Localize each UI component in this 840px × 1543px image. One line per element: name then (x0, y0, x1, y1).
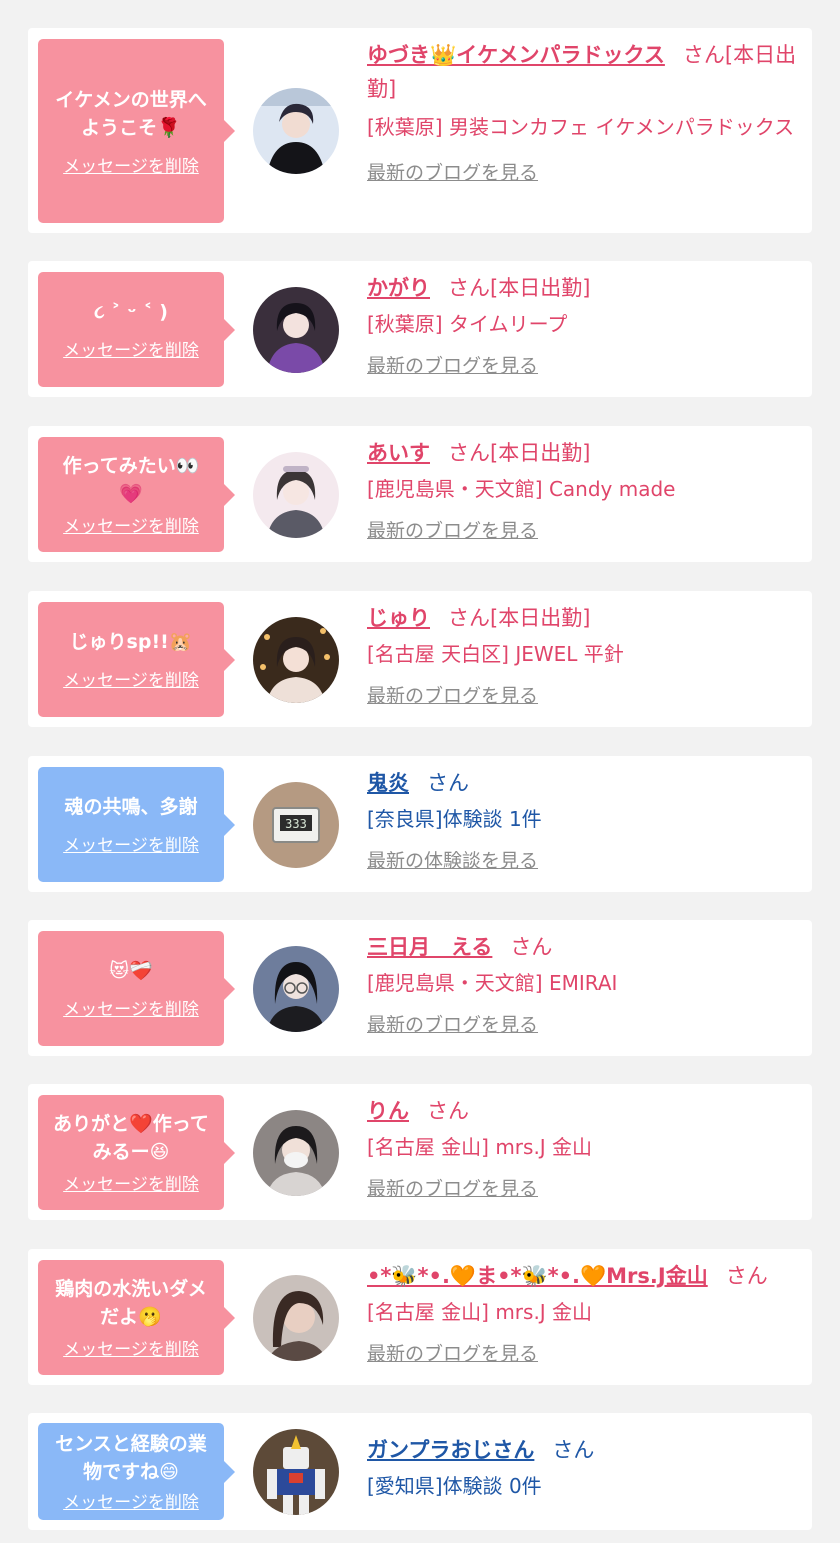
girl-mask-icon (253, 1110, 339, 1196)
message-text: 😻❤️‍🩹 (109, 960, 153, 982)
message-bubble: じゅりsp!!🐹 メッセージを削除 (38, 602, 235, 717)
avatar[interactable]: 333 (253, 782, 339, 868)
message-text: 作ってみたい👀 💗 (62, 455, 200, 505)
message-list: イケメンの世界へ ようこそ🌹 メッセージを削除 ゆづき👑イケメンパラドックス さん[… (0, 0, 840, 1543)
latest-blog-link[interactable]: 最新のブログを見る (367, 516, 538, 543)
message-card: 魂の共鳴、多謝 メッセージを削除 333 鬼炎 さん [奈良県]体験談 1件 最新… (28, 756, 812, 892)
message-bubble: 魂の共鳴、多謝 メッセージを削除 (38, 767, 235, 882)
message-text: イケメンの世界へ ようこそ🌹 (55, 88, 207, 139)
user-name-link[interactable]: じゅり (367, 606, 430, 630)
shop-info: [鹿児島県・天文館] Candy made (367, 477, 676, 501)
girl-purple-icon (253, 287, 339, 373)
card-info: ゆづき👑イケメンパラドックス さん[本日出勤] [秋葉原] 男装コンカフェ イケメ… (367, 38, 802, 185)
robot-icon (253, 1429, 339, 1515)
message-bubble: 鶏肉の水洗いダメ だよ🫢 メッセージを削除 (38, 1260, 235, 1375)
user-name-link[interactable]: 鬼炎 (367, 771, 409, 795)
message-text: 魂の共鳴、多謝 (64, 796, 198, 818)
delete-message-link[interactable]: メッセージを削除 (63, 1488, 199, 1513)
delete-message-link[interactable]: メッセージを削除 (63, 995, 199, 1020)
message-bubble: イケメンの世界へ ようこそ🌹 メッセージを削除 (38, 39, 235, 223)
avatar[interactable] (253, 1275, 339, 1361)
delete-message-link[interactable]: メッセージを削除 (63, 512, 199, 537)
user-name-link[interactable]: りん (367, 1099, 409, 1123)
message-card: ありがと❤️作って みるー😆 メッセージを削除 りん さん [名古屋 金山] mrs… (28, 1084, 812, 1220)
message-card: 作ってみたい👀 💗 メッセージを削除 あいす さん[本日出勤] [鹿児島県・天文館]… (28, 426, 812, 562)
girl-lights-icon (253, 617, 339, 703)
message-bubble: ૮ ˃ ᵕ ˂ ) メッセージを削除 (38, 272, 235, 387)
message-text: ૮ ˃ ᵕ ˂ ) (94, 301, 168, 323)
message-text: ありがと❤️作って みるー😆 (53, 1113, 209, 1163)
latest-blog-link[interactable]: 最新のブログを見る (367, 1174, 538, 1201)
avatar[interactable] (253, 1110, 339, 1196)
avatar[interactable] (253, 617, 339, 703)
user-name-link[interactable]: •*🐝*•.🧡ま•*🐝*•.🧡Mrs.J金山 (367, 1264, 708, 1288)
man-dark-icon (253, 88, 339, 174)
message-bubble: 😻❤️‍🩹 メッセージを削除 (38, 931, 235, 1046)
user-honorific: さん[本日出勤] (448, 606, 591, 630)
card-info: あいす さん[本日出勤] [鹿児島県・天文館] Candy made 最新のブログ… (367, 436, 802, 543)
user-honorific: さん (427, 1099, 469, 1123)
user-name-link[interactable]: あいす (367, 441, 430, 465)
user-name-link[interactable]: かがり (367, 276, 430, 300)
shop-info: [秋葉原] 男装コンカフェ イケメンパラドックス (367, 115, 795, 139)
avatar[interactable] (253, 287, 339, 373)
card-info: かがり さん[本日出勤] [秋葉原] タイムリープ 最新のブログを見る (367, 271, 802, 378)
girl-glasses-icon (253, 946, 339, 1032)
user-honorific: さん (552, 1438, 595, 1462)
svg-text:333: 333 (285, 817, 307, 831)
card-info: 三日月 える さん [鹿児島県・天文館] EMIRAI 最新のブログを見る (367, 930, 802, 1037)
shop-info: [名古屋 天白区] JEWEL 平針 (367, 642, 624, 666)
message-text: 鶏肉の水洗いダメ だよ🫢 (55, 1278, 207, 1328)
message-text: センスと経験の業 物ですね😄 (55, 1433, 207, 1483)
avatar[interactable] (253, 88, 339, 174)
woman-icon (253, 1275, 339, 1361)
latest-report-link[interactable]: 最新の体験談を見る (367, 846, 538, 873)
shop-info: [名古屋 金山] mrs.J 金山 (367, 1300, 593, 1324)
girl-light-icon (253, 452, 339, 538)
avatar[interactable] (253, 1429, 339, 1515)
message-card: 鶏肉の水洗いダメ だよ🫢 メッセージを削除 •*🐝*•.🧡ま•*🐝*•.🧡Mrs.… (28, 1249, 812, 1385)
latest-blog-link[interactable]: 最新のブログを見る (367, 1339, 538, 1366)
message-card: じゅりsp!!🐹 メッセージを削除 じゅり さん[本日出勤] [名古屋 天白区] … (28, 591, 812, 727)
latest-blog-link[interactable]: 最新のブログを見る (367, 681, 538, 708)
user-honorific: さん (725, 1264, 768, 1288)
shop-info: [秋葉原] タイムリープ (367, 312, 568, 336)
card-info: ガンプラおじさん さん [愛知県]体験談 0件 (367, 1433, 802, 1503)
delete-message-link[interactable]: メッセージを削除 (63, 152, 199, 177)
user-honorific: さん[本日出勤] (448, 276, 591, 300)
user-name-link[interactable]: ゆづき👑イケメンパラドックス (367, 43, 665, 67)
card-info: りん さん [名古屋 金山] mrs.J 金山 最新のブログを見る (367, 1094, 802, 1201)
latest-blog-link[interactable]: 最新のブログを見る (367, 158, 538, 185)
user-honorific: さん[本日出勤] (448, 441, 591, 465)
delete-message-link[interactable]: メッセージを削除 (63, 336, 199, 361)
card-info: •*🐝*•.🧡ま•*🐝*•.🧡Mrs.J金山 さん [名古屋 金山] mrs.J … (367, 1259, 802, 1366)
user-honorific: さん (427, 771, 469, 795)
message-bubble: 作ってみたい👀 💗 メッセージを削除 (38, 437, 235, 552)
card-info: 鬼炎 さん [奈良県]体験談 1件 最新の体験談を見る (367, 766, 802, 873)
latest-blog-link[interactable]: 最新のブログを見る (367, 1010, 538, 1037)
avatar[interactable] (253, 946, 339, 1032)
shop-info: [愛知県]体験談 0件 (367, 1474, 542, 1498)
user-name-link[interactable]: 三日月 える (367, 935, 492, 959)
message-card: 😻❤️‍🩹 メッセージを削除 三日月 える さん [鹿児島県・天文館] EMIRA… (28, 920, 812, 1056)
message-card: ૮ ˃ ᵕ ˂ ) メッセージを削除 かがり さん[本日出勤] [秋葉原] タイム… (28, 261, 812, 397)
delete-message-link[interactable]: メッセージを削除 (63, 666, 199, 691)
user-honorific: さん (510, 935, 553, 959)
delete-message-link[interactable]: メッセージを削除 (63, 1170, 199, 1195)
avatar[interactable] (253, 452, 339, 538)
delete-message-link[interactable]: メッセージを削除 (63, 831, 199, 856)
shop-info: [名古屋 金山] mrs.J 金山 (367, 1135, 593, 1159)
message-card: イケメンの世界へ ようこそ🌹 メッセージを削除 ゆづき👑イケメンパラドックス さん[… (28, 28, 812, 233)
user-name-link[interactable]: ガンプラおじさん (367, 1438, 534, 1462)
message-bubble: ありがと❤️作って みるー😆 メッセージを削除 (38, 1095, 235, 1210)
message-text: じゅりsp!!🐹 (69, 631, 193, 653)
shop-info: [鹿児島県・天文館] EMIRAI (367, 971, 618, 995)
latest-blog-link[interactable]: 最新のブログを見る (367, 351, 538, 378)
message-bubble: センスと経験の業 物ですね😄 メッセージを削除 (38, 1423, 235, 1520)
delete-message-link[interactable]: メッセージを削除 (63, 1335, 199, 1360)
shop-info: [奈良県]体験談 1件 (367, 807, 542, 831)
card-info: じゅり さん[本日出勤] [名古屋 天白区] JEWEL 平針 最新のブログを見る (367, 601, 802, 708)
message-card: センスと経験の業 物ですね😄 メッセージを削除 ガンプラおじさん さん [愛知県]体… (28, 1413, 812, 1530)
clock-icon: 333 (253, 782, 339, 868)
